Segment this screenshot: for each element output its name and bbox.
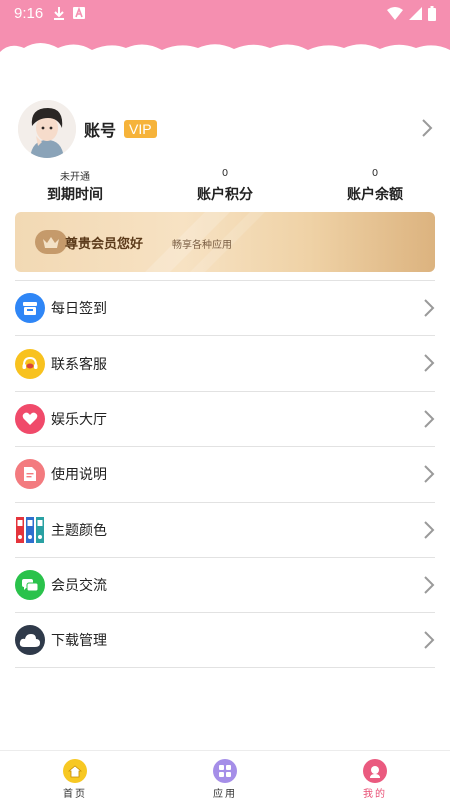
status-time: 9:16 [14, 4, 44, 22]
menu-label: 娱乐大厅 [51, 411, 107, 428]
nav-label: 我的 [363, 789, 387, 800]
stat-value: 0 [371, 168, 379, 179]
stat-points[interactable]: 0 账户积分 [150, 168, 300, 204]
nav-label: 首页 [63, 789, 87, 800]
menu-item-download-manager[interactable]: 下载管理 [15, 612, 435, 668]
bottom-navigation: 首页 应用 我的 [0, 750, 450, 800]
chevron-right-icon [424, 299, 435, 317]
apps-icon [213, 759, 237, 783]
vip-badge: VIP [124, 120, 157, 138]
chevron-right-icon [424, 520, 435, 539]
chevron-right-icon [424, 631, 435, 650]
chevron-right-icon[interactable] [420, 118, 434, 138]
menu-item-theme-color[interactable]: 主题颜色 [15, 501, 435, 557]
account-stats: 未开通 到期时间 0 账户积分 0 账户余额 [0, 168, 450, 204]
stat-label: 账户积分 [197, 187, 253, 203]
cloud-border [0, 43, 450, 83]
menu-label: 每日签到 [51, 301, 107, 318]
chevron-right-icon [424, 576, 435, 594]
profile-row[interactable]: 账号 VIP [0, 98, 450, 160]
chevron-right-icon [424, 354, 435, 373]
settings-menu: 每日签到 联系客服 娱乐大厅 使用说明 主题颜色 会员交流 下载管理 [15, 280, 435, 668]
profile-screen: 9:16 账号 VIP 未开通 到期时间 0 账户积分 0 账户余额 尊贵会员您… [0, 0, 450, 800]
signal-icon [409, 6, 422, 20]
menu-item-entertainment-hall[interactable]: 娱乐大厅 [15, 390, 435, 446]
crown-icon [35, 230, 67, 254]
app-notification-icon [73, 7, 86, 19]
nav-apps[interactable]: 应用 [150, 751, 300, 800]
chevron-right-icon [424, 410, 435, 428]
battery-icon [428, 5, 436, 21]
stat-expiry[interactable]: 未开通 到期时间 [0, 168, 150, 204]
menu-label: 使用说明 [51, 467, 107, 484]
account-label: 账号 [84, 121, 117, 140]
profile-icon [363, 759, 387, 783]
binders-icon [15, 515, 45, 545]
nav-mine[interactable]: 我的 [300, 751, 450, 800]
document-icon [15, 459, 45, 490]
nav-label: 应用 [213, 789, 237, 800]
cloud-icon [15, 625, 45, 656]
vip-card-title: 尊贵会员您好 [65, 237, 144, 252]
menu-label: 会员交流 [51, 578, 107, 595]
home-icon [63, 759, 87, 783]
menu-label: 主题颜色 [51, 522, 107, 539]
vip-card-subtitle: 畅享各种应用 [172, 240, 232, 251]
menu-item-member-chat[interactable]: 会员交流 [15, 556, 435, 612]
calendar-icon [15, 293, 45, 324]
heart-icon [15, 403, 45, 434]
download-icon [54, 7, 65, 20]
menu-item-daily-checkin[interactable]: 每日签到 [15, 280, 435, 335]
headset-icon [15, 348, 45, 379]
menu-item-instructions[interactable]: 使用说明 [15, 446, 435, 501]
avatar[interactable] [18, 100, 76, 158]
stat-value: 0 [221, 168, 229, 179]
chevron-right-icon [424, 465, 435, 483]
status-bar: 9:16 [0, 0, 450, 26]
nav-home[interactable]: 首页 [0, 751, 150, 800]
stat-value: 未开通 [60, 172, 90, 183]
stat-label: 账户余额 [347, 187, 403, 203]
stat-label: 到期时间 [47, 187, 103, 203]
menu-label: 联系客服 [51, 356, 107, 373]
menu-label: 下载管理 [51, 633, 107, 650]
vip-member-card[interactable]: 尊贵会员您好 畅享各种应用 [15, 212, 435, 272]
wifi-icon [387, 6, 403, 20]
menu-item-customer-service[interactable]: 联系客服 [15, 335, 435, 390]
chat-icon [15, 570, 45, 601]
stat-balance[interactable]: 0 账户余额 [300, 168, 450, 204]
